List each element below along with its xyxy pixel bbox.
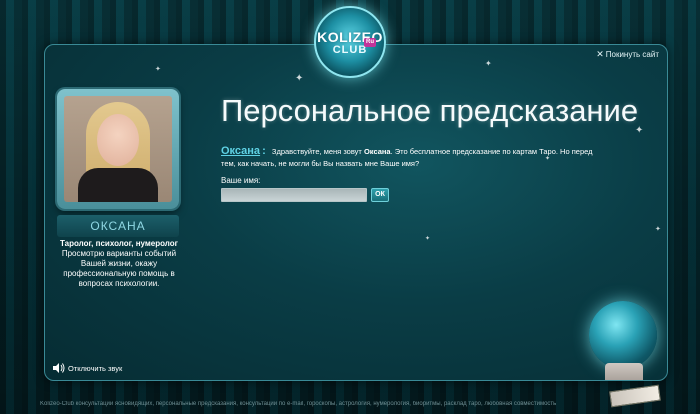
consultant-name: ОКСАНА — [57, 215, 179, 237]
intro-message: Оксана : Здравствуйте, меня зовут Оксана… — [221, 145, 601, 170]
leave-site-link[interactable]: ✕ Покинуть сайт — [596, 49, 659, 60]
name-input[interactable] — [221, 188, 367, 202]
name-field-label: Ваше имя: — [221, 176, 261, 185]
speaker-colon: : — [262, 145, 266, 157]
mute-sound-toggle[interactable]: Отключить звук — [53, 363, 122, 373]
page-title: Персональное предсказание — [221, 93, 639, 128]
logo-text-sub: CLUB — [332, 43, 368, 56]
intro-text-name: Оксана — [363, 147, 391, 156]
leave-site-label: Покинуть сайт — [605, 50, 659, 59]
ok-button[interactable]: ОК — [371, 188, 389, 202]
mute-sound-label: Отключить звук — [68, 363, 123, 373]
consultant-photo-frame — [57, 89, 179, 209]
kolizeo-club-logo[interactable]: KOLIZEO CLUB Ru — [314, 6, 386, 78]
consultant-photo — [64, 96, 172, 202]
star-icon: ✦ — [425, 236, 431, 242]
logo-locale-badge: Ru — [364, 38, 376, 47]
consultant-info: Таролог, психолог, нумеролог Просмотрю в… — [49, 239, 189, 289]
speaker-name-link[interactable]: Оксана — [221, 145, 260, 157]
star-icon: ✦ — [155, 66, 161, 73]
crystal-ball-icon — [589, 301, 657, 369]
main-panel: ✦ ✦ ✦ ✦ ✦ ✦ ✦ ✕ Покинуть сайт Персональн… — [44, 44, 668, 381]
close-icon: ✕ — [596, 49, 604, 59]
star-icon: ✦ — [295, 73, 304, 84]
footer-text: Kolizeo-Club консультации ясновидящих, п… — [40, 401, 557, 407]
consultant-description: Просмотрю варианты событий Вашей жизни, … — [61, 249, 177, 288]
star-icon: ✦ — [485, 59, 492, 68]
star-icon: ✦ — [655, 226, 661, 233]
crystal-ball-stand — [605, 363, 643, 380]
intro-text-before: Здравствуйте, меня зовут — [271, 147, 362, 156]
consultant-role: Таролог, психолог, нумеролог — [59, 239, 179, 248]
speaker-icon — [53, 363, 65, 373]
